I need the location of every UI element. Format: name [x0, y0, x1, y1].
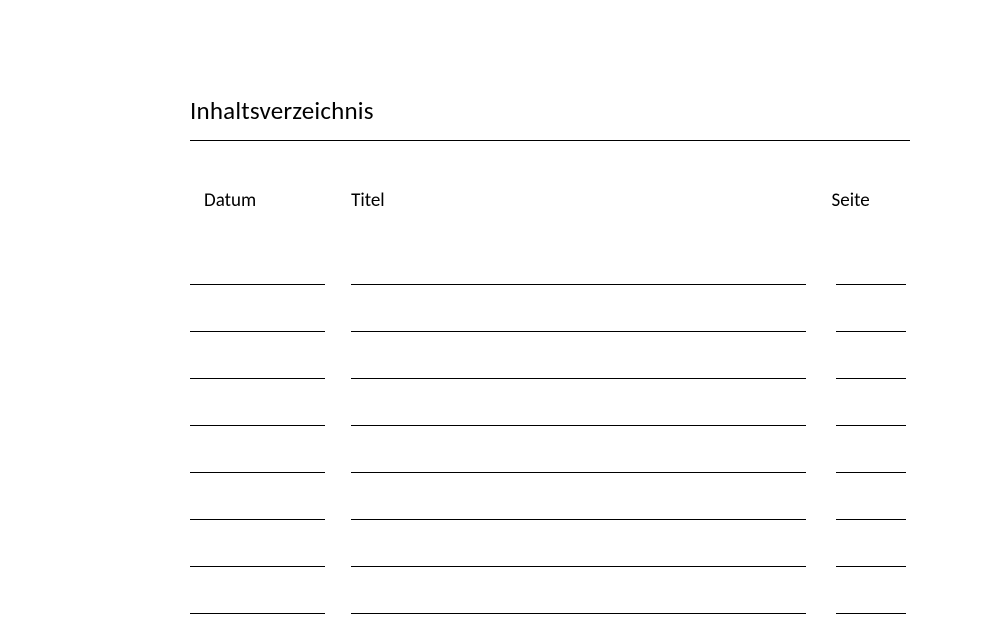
cell-seite — [836, 425, 906, 426]
toc-row — [190, 519, 910, 520]
cell-titel — [351, 425, 806, 426]
toc-rows — [190, 284, 910, 614]
cell-seite — [836, 613, 906, 614]
cell-seite — [836, 566, 906, 567]
toc-row — [190, 331, 910, 332]
toc-row — [190, 613, 910, 614]
cell-datum — [190, 566, 325, 567]
cell-seite — [836, 284, 906, 285]
page-title: Inhaltsverzeichnis — [190, 95, 910, 126]
toc-row — [190, 378, 910, 379]
cell-seite — [836, 472, 906, 473]
toc-row — [190, 425, 910, 426]
toc-container: Inhaltsverzeichnis Datum Titel Seite — [190, 95, 910, 614]
cell-titel — [351, 378, 806, 379]
cell-datum — [190, 472, 325, 473]
column-header-datum: Datum — [204, 189, 351, 212]
cell-titel — [351, 566, 806, 567]
cell-titel — [351, 613, 806, 614]
cell-datum — [190, 331, 325, 332]
title-divider — [190, 140, 910, 141]
cell-seite — [836, 378, 906, 379]
column-headers: Datum Titel Seite — [190, 189, 910, 212]
cell-datum — [190, 425, 325, 426]
cell-titel — [351, 519, 806, 520]
column-header-seite: Seite — [832, 189, 910, 212]
cell-titel — [351, 331, 806, 332]
cell-seite — [836, 331, 906, 332]
cell-datum — [190, 284, 325, 285]
cell-datum — [190, 613, 325, 614]
cell-titel — [351, 284, 806, 285]
cell-titel — [351, 472, 806, 473]
toc-row — [190, 284, 910, 285]
toc-row — [190, 472, 910, 473]
column-header-titel: Titel — [351, 189, 831, 212]
cell-datum — [190, 519, 325, 520]
cell-seite — [836, 519, 906, 520]
toc-row — [190, 566, 910, 567]
cell-datum — [190, 378, 325, 379]
